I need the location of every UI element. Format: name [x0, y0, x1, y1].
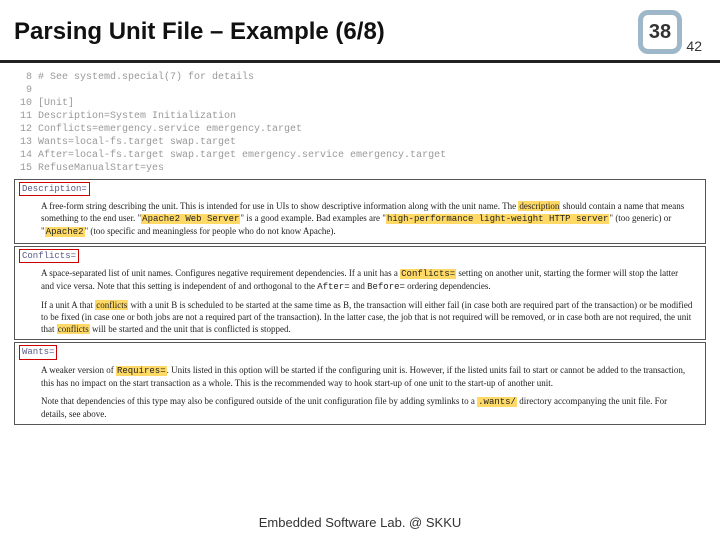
unit-file-code: 8# See systemd.special(7) for details 9 … — [14, 71, 706, 175]
description-label: Description= — [19, 182, 90, 196]
conflicts-doc-block: Conflicts= A space-separated list of uni… — [14, 246, 706, 341]
footer-text: Embedded Software Lab. @ SKKU — [0, 515, 720, 530]
conflicts-paragraph-1: A space-separated list of unit names. Co… — [15, 265, 705, 297]
wants-label: Wants= — [19, 345, 57, 359]
subpage-number: 42 — [686, 38, 702, 54]
page-title: Parsing Unit File – Example (6/8) — [14, 18, 385, 46]
wants-paragraph-1: A weaker version of Requires=. Units lis… — [15, 362, 705, 393]
conflicts-paragraph-2: If a unit A that conflicts with a unit B… — [15, 297, 705, 339]
description-paragraph: A free-form string describing the unit. … — [15, 198, 705, 242]
wants-paragraph-2: Note that dependencies of this type may … — [15, 393, 705, 424]
slide-header: Parsing Unit File – Example (6/8) 38 — [0, 0, 720, 63]
page-number-badge: 38 — [638, 10, 682, 54]
description-doc-block: Description= A free-form string describi… — [14, 179, 706, 244]
conflicts-label: Conflicts= — [19, 249, 79, 263]
wants-doc-block: Wants= A weaker version of Requires=. Un… — [14, 342, 706, 425]
